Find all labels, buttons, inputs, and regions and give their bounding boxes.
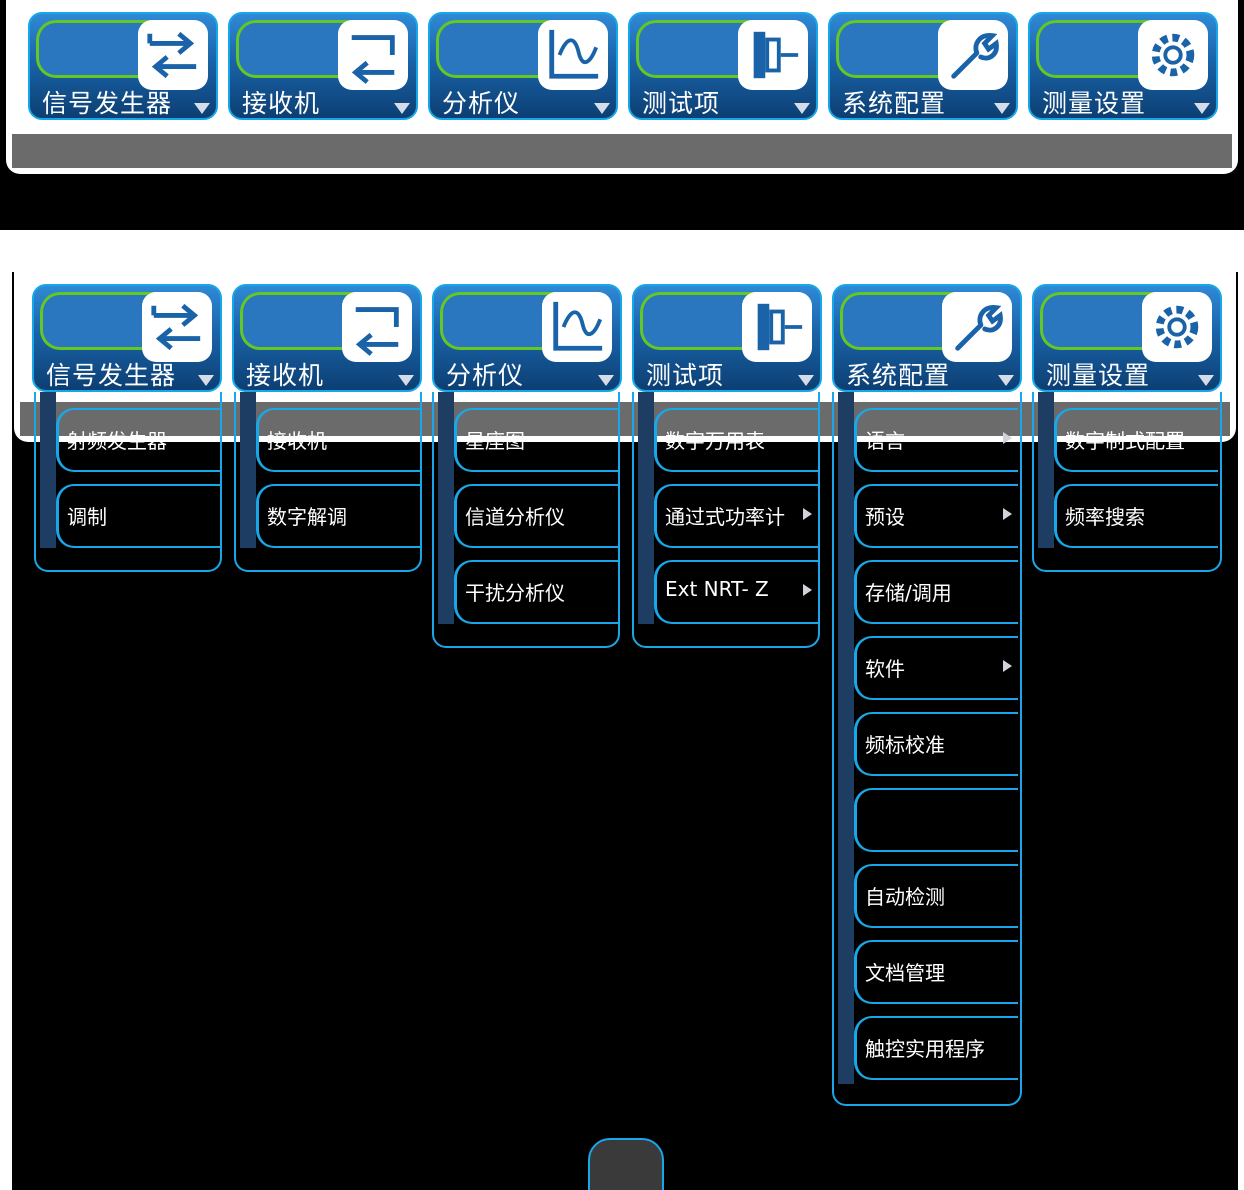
menu-item-empty[interactable] xyxy=(854,788,1018,852)
arrows-icon xyxy=(138,20,208,90)
arrows-icon xyxy=(142,292,212,362)
menu-item-through-power-meter[interactable]: 通过式功率计 xyxy=(654,484,818,548)
tile-label: 接收机 xyxy=(246,361,325,390)
bottom-tab-handle[interactable] xyxy=(588,1138,664,1190)
tile-measurement-settings[interactable]: 测量设置 xyxy=(1028,12,1218,120)
bottom-screen: 信号发生器 接收机 分析仪 测试项 系统配置 测量设置 射频发生器 调制 接收机… xyxy=(12,272,1238,1190)
menu-item-software[interactable]: 软件 xyxy=(854,636,1018,700)
waveform-icon xyxy=(542,292,612,362)
menu-item-ext-nrt-z[interactable]: Ext NRT- Z xyxy=(654,560,818,624)
menu-item-frequency-search[interactable]: 频率搜索 xyxy=(1054,484,1218,548)
menu-item-rf-generator[interactable]: 射频发生器 xyxy=(56,408,220,472)
dropdown-measurement-settings: 数字制式配置 频率搜索 xyxy=(1032,392,1222,572)
caret-down-icon xyxy=(794,103,810,114)
wrench-icon xyxy=(942,292,1012,362)
tile-receiver[interactable]: 接收机 xyxy=(232,284,422,392)
tile-label: 测量设置 xyxy=(1046,361,1151,390)
submenu-arrow-icon xyxy=(803,584,812,596)
tile-signal-generator[interactable]: 信号发生器 xyxy=(32,284,222,392)
caret-down-icon xyxy=(594,103,610,114)
caret-down-icon xyxy=(194,103,210,114)
tile-analyzer[interactable]: 分析仪 xyxy=(432,284,622,392)
submenu-arrow-icon xyxy=(1003,432,1012,444)
caret-down-icon xyxy=(1198,375,1214,386)
wrench-icon xyxy=(938,20,1008,90)
caret-down-icon xyxy=(1194,103,1210,114)
gear-icon xyxy=(1142,292,1212,362)
menu-item-channel-analyzer[interactable]: 信道分析仪 xyxy=(454,484,618,548)
caret-down-icon xyxy=(394,103,410,114)
tile-receiver[interactable]: 接收机 xyxy=(228,12,418,120)
menu-item-interference-analyzer[interactable]: 干扰分析仪 xyxy=(454,560,618,624)
menu-item-preset[interactable]: 预设 xyxy=(854,484,1018,548)
probe-icon xyxy=(738,20,808,90)
dropdown-test-items: 数字万用表 通过式功率计 Ext NRT- Z xyxy=(632,392,820,648)
toolbar-tray-inner xyxy=(12,134,1232,168)
menu-item-self-test[interactable]: 自动检测 xyxy=(854,864,1018,928)
submenu-arrow-icon xyxy=(1003,660,1012,672)
tile-test-items[interactable]: 测试项 xyxy=(632,284,822,392)
gear-icon xyxy=(1138,20,1208,90)
menu-item-modulation[interactable]: 调制 xyxy=(56,484,220,548)
return-arrows-icon xyxy=(342,292,412,362)
menu-item-file-manager[interactable]: 文档管理 xyxy=(854,940,1018,1004)
tile-label: 接收机 xyxy=(242,89,321,118)
dropdown-signal-generator: 射频发生器 调制 xyxy=(34,392,222,572)
menu-item-constellation[interactable]: 星座图 xyxy=(454,408,618,472)
tile-label: 测量设置 xyxy=(1042,89,1147,118)
tile-analyzer[interactable]: 分析仪 xyxy=(428,12,618,120)
menu-item-digital-standard-config[interactable]: 数字制式配置 xyxy=(1054,408,1218,472)
caret-down-icon xyxy=(398,375,414,386)
dropdown-system-config: 语言 预设 存储/调用 软件 频标校准 自动检测 文档管理 触控实用程序 xyxy=(832,392,1022,1106)
tile-signal-generator[interactable]: 信号发生器 xyxy=(28,12,218,120)
tile-label: 分析仪 xyxy=(446,361,525,390)
caret-down-icon xyxy=(598,375,614,386)
menu-item-dmm[interactable]: 数字万用表 xyxy=(654,408,818,472)
return-arrows-icon xyxy=(338,20,408,90)
caret-down-icon xyxy=(798,375,814,386)
caret-down-icon xyxy=(198,375,214,386)
tile-system-config[interactable]: 系统配置 xyxy=(828,12,1018,120)
dropdown-receiver: 接收机 数字解调 xyxy=(234,392,422,572)
tile-label: 测试项 xyxy=(642,89,721,118)
menu-item-digital-demod[interactable]: 数字解调 xyxy=(256,484,420,548)
menu-item-marker-calibration[interactable]: 频标校准 xyxy=(854,712,1018,776)
top-screen: 信号发生器 接收机 分析仪 测试项 系统配置 测量设置 xyxy=(0,0,1244,230)
tile-label: 分析仪 xyxy=(442,89,521,118)
menu-item-touch-utility[interactable]: 触控实用程序 xyxy=(854,1016,1018,1080)
tile-test-items[interactable]: 测试项 xyxy=(628,12,818,120)
tile-label: 信号发生器 xyxy=(46,361,177,390)
caret-down-icon xyxy=(994,103,1010,114)
tile-label: 测试项 xyxy=(646,361,725,390)
menu-item-language[interactable]: 语言 xyxy=(854,408,1018,472)
tile-label: 系统配置 xyxy=(846,361,951,390)
tile-system-config[interactable]: 系统配置 xyxy=(832,284,1022,392)
menu-item-save-recall[interactable]: 存储/调用 xyxy=(854,560,1018,624)
probe-icon xyxy=(742,292,812,362)
menu-item-receiver[interactable]: 接收机 xyxy=(256,408,420,472)
tile-label: 信号发生器 xyxy=(42,89,173,118)
submenu-arrow-icon xyxy=(803,508,812,520)
waveform-icon xyxy=(538,20,608,90)
dropdown-analyzer: 星座图 信道分析仪 干扰分析仪 xyxy=(432,392,620,648)
caret-down-icon xyxy=(998,375,1014,386)
tile-label: 系统配置 xyxy=(842,89,947,118)
submenu-arrow-icon xyxy=(1003,508,1012,520)
tile-measurement-settings[interactable]: 测量设置 xyxy=(1032,284,1222,392)
